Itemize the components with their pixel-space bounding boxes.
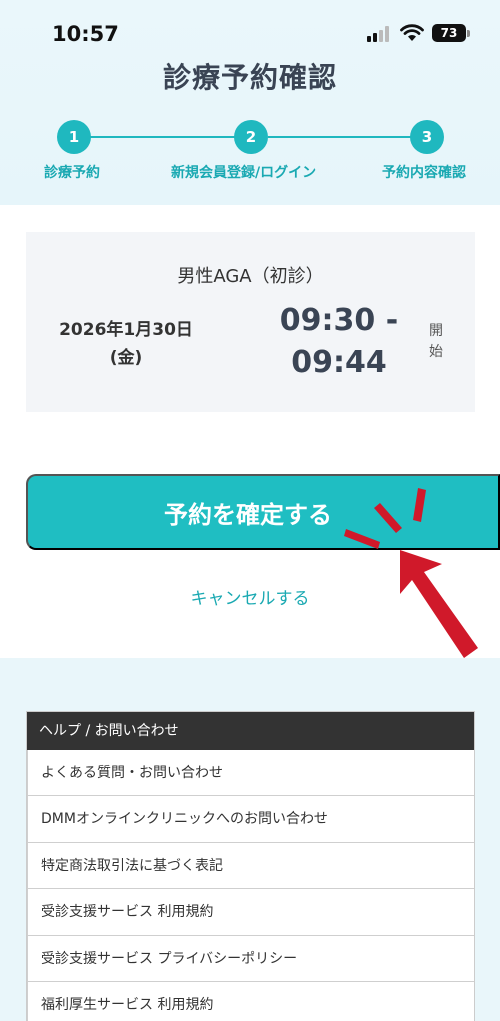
- step-connector-2: [268, 136, 411, 138]
- status-bar: 10:57 73: [0, 0, 500, 58]
- reservation-menu: 男性AGA（初診）: [177, 266, 324, 287]
- reservation-date: 2026年1月30日 (金): [56, 316, 196, 372]
- battery-tip: [467, 30, 470, 37]
- reservation-time-start: 09:30 -: [279, 303, 399, 338]
- help-header: ヘルプ / お問い合わせ: [27, 712, 474, 750]
- wifi-icon: [400, 24, 424, 41]
- help-box: ヘルプ / お問い合わせ よくある質問・お問い合わせ DMMオンラインクリニック…: [26, 711, 475, 1021]
- reservation-date-line2: (金): [109, 348, 143, 368]
- step-2-circle: 2: [234, 120, 268, 154]
- help-item-commerce-law[interactable]: 特定商法取引法に基づく表記: [27, 842, 474, 890]
- annotation-arrow-icon: [344, 488, 478, 658]
- reservation-start-label: 開始: [429, 323, 443, 360]
- help-item-privacy[interactable]: 受診支援サービス プライバシーポリシー: [27, 935, 474, 982]
- help-item-faq[interactable]: よくある質問・お問い合わせ: [27, 750, 474, 797]
- step-1-label: 診療予約: [44, 165, 100, 181]
- help-item-contact[interactable]: DMMオンラインクリニックへのお問い合わせ: [27, 796, 474, 843]
- page-title: 診療予約確認: [162, 61, 337, 94]
- step-3-label: 予約内容確認: [382, 165, 466, 181]
- reservation-card: 男性AGA（初診） 2026年1月30日 (金) 09:30 - 09:44 開…: [26, 232, 475, 412]
- step-2-label: 新規会員登録/ログイン: [171, 165, 317, 181]
- battery-icon: 73: [432, 24, 466, 42]
- step-3-circle: 3: [410, 120, 444, 154]
- help-item-terms[interactable]: 受診支援サービス 利用規約: [27, 889, 474, 936]
- reservation-time: 09:30 - 09:44: [254, 300, 424, 384]
- status-time: 10:57: [52, 22, 119, 46]
- step-1-circle: 1: [57, 120, 91, 154]
- help-item-welfare-terms[interactable]: 福利厚生サービス 利用規約: [27, 981, 474, 1021]
- cellular-signal-icon: [367, 26, 389, 42]
- step-connector-1: [90, 136, 235, 138]
- reservation-date-line1: 2026年1月30日: [59, 320, 193, 340]
- reservation-time-end: 09:44: [291, 345, 387, 380]
